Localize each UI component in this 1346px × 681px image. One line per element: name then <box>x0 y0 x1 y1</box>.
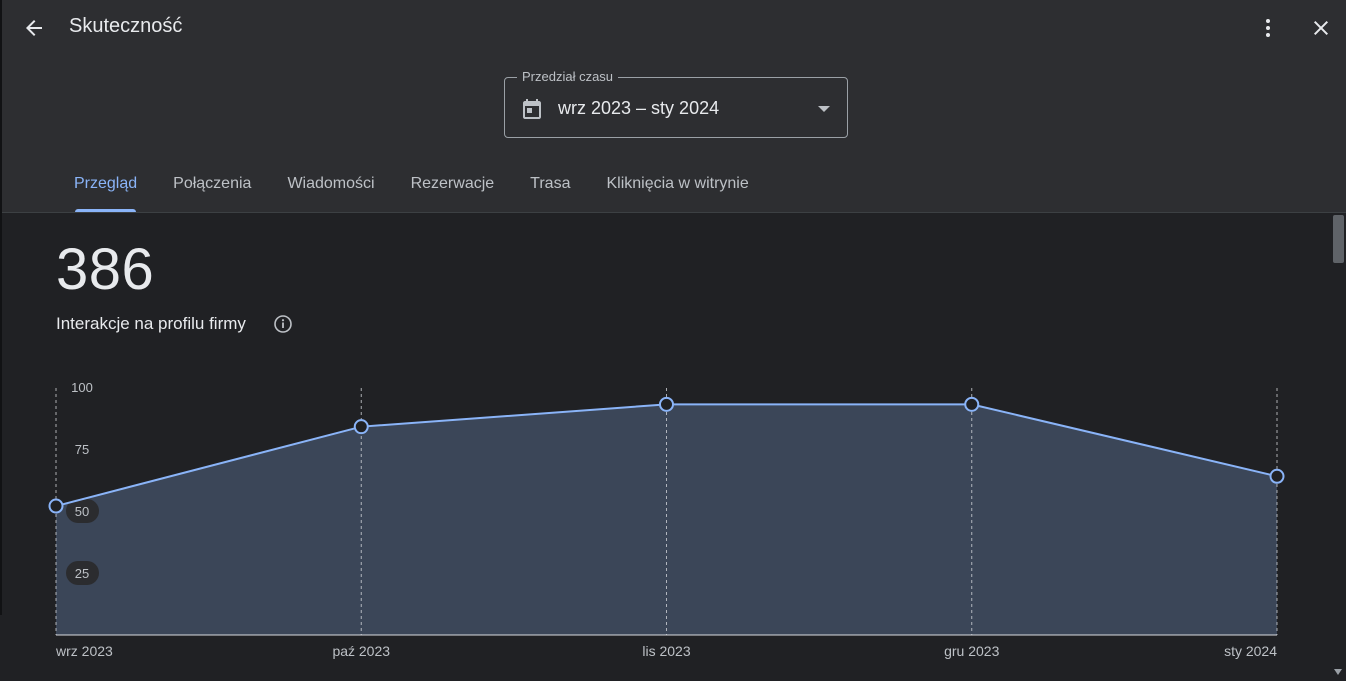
y-tick-label: 100 <box>71 380 93 395</box>
more-vert-icon <box>1266 19 1270 37</box>
metric-value: 386 <box>56 237 155 302</box>
x-tick-label: sty 2024 <box>1224 643 1277 659</box>
x-tick-label: lis 2023 <box>642 643 690 659</box>
tab-klikniecia[interactable]: Kliknięcia w witrynie <box>588 160 766 212</box>
interactions-chart: 25 50 75 100 wrz 2023 paź 2023 lis 2023 gru 202… <box>48 380 1285 659</box>
chart-point <box>964 396 980 412</box>
scroll-down-arrow-icon[interactable] <box>1333 668 1343 676</box>
page-title: Skuteczność <box>69 15 183 37</box>
tab-rezerwacje[interactable]: Rezerwacje <box>393 160 513 212</box>
close-button[interactable] <box>1303 10 1339 46</box>
tab-bar: Przegląd Połączenia Wiadomości Rezerwacj… <box>56 160 767 212</box>
chart-point <box>659 396 674 412</box>
x-tick-label: gru 2023 <box>944 643 999 659</box>
tab-przeglad[interactable]: Przegląd <box>56 160 155 212</box>
scrollbar-thumb[interactable] <box>1333 215 1344 263</box>
chart-point <box>48 498 64 514</box>
info-icon[interactable] <box>273 314 293 334</box>
chart-point <box>353 419 369 435</box>
y-tick-label: 75 <box>75 442 89 457</box>
more-options-button[interactable] <box>1251 10 1285 46</box>
date-range-select[interactable]: Przedział czasu wrz 2023 – sty 2024 <box>504 69 848 138</box>
tab-polaczenia[interactable]: Połączenia <box>155 160 269 212</box>
scrollbar[interactable] <box>1330 213 1346 681</box>
top-bar: Skuteczność Przedział czasu wrz 2023 – s… <box>0 0 1346 213</box>
x-tick-label: wrz 2023 <box>55 643 113 659</box>
arrow-back-icon <box>26 20 42 36</box>
dropdown-arrow-icon <box>818 106 830 112</box>
tab-wiadomosci[interactable]: Wiadomości <box>269 160 392 212</box>
back-button[interactable] <box>16 10 52 46</box>
x-tick-label: paź 2023 <box>332 643 390 659</box>
metric-label: Interakcje na profilu firmy <box>56 314 246 333</box>
y-tick-label: 25 <box>75 566 89 581</box>
close-icon <box>1314 21 1328 35</box>
date-range-value: wrz 2023 – sty 2024 <box>558 98 720 118</box>
calendar-icon <box>523 99 541 119</box>
date-range-label: Przedział czasu <box>517 69 619 84</box>
tab-trasa[interactable]: Trasa <box>512 160 588 212</box>
chart-point <box>1269 468 1285 484</box>
y-tick-label: 50 <box>75 504 89 519</box>
